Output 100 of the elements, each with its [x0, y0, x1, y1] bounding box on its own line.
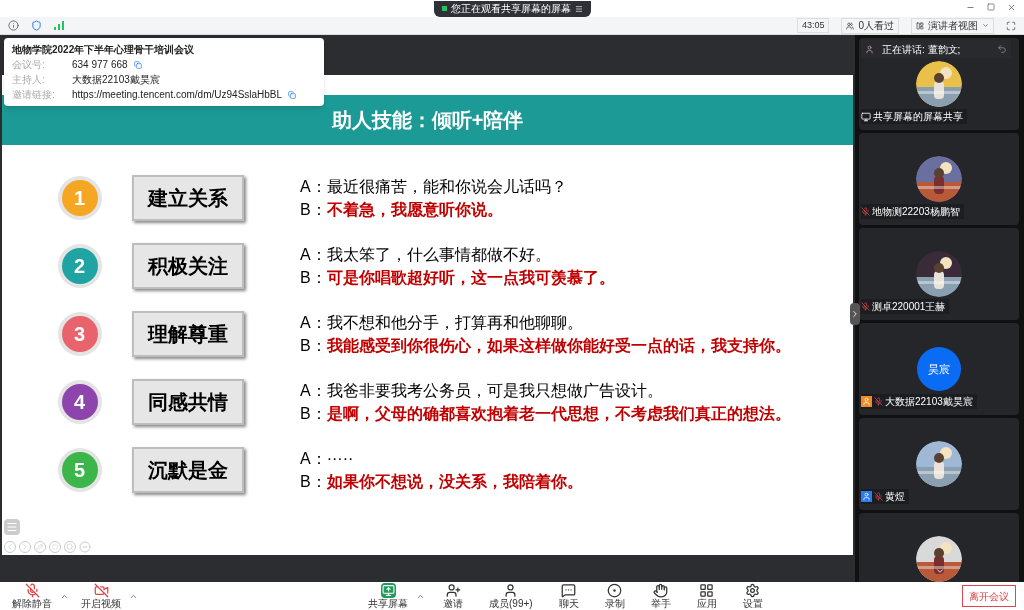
- skill-label: 沉默是金: [132, 447, 244, 493]
- dialogue-text: 如果你不想说，没关系，我陪着你。: [326, 471, 583, 492]
- meeting-title: 地物学院2022年下半年心理骨干培训会议: [12, 43, 196, 57]
- viewers-button[interactable]: 0人看过: [841, 17, 899, 34]
- participant-name: 地物测22203杨鹏智: [872, 205, 960, 219]
- participant-tile[interactable]: [859, 513, 1019, 582]
- dialogue-text: 我爸非要我考公务员，可是我只想做广告设计。: [326, 380, 663, 401]
- add-user-icon: [445, 583, 461, 598]
- dialogue-text: 我不想和他分手，打算再和他聊聊。: [326, 312, 583, 333]
- speaker-label: A：: [300, 176, 327, 197]
- number-badge: 4: [61, 384, 98, 420]
- mic-off-icon: [861, 302, 870, 311]
- dialogue-text: 是啊，父母的确都喜欢抱着老一代思想，不考虑我们真正的想法。: [326, 403, 791, 424]
- toolbar-button[interactable]: 邀请: [435, 583, 471, 609]
- number-badge: 3: [61, 316, 98, 352]
- participant-tile[interactable]: 地物测22203杨鹏智: [859, 133, 1019, 225]
- screen-share-icon: [861, 111, 871, 122]
- skill-label: 同感共情: [132, 379, 244, 425]
- initials-avatar: 昊宸: [917, 347, 961, 391]
- dialogue-text: 我太笨了，什么事情都做不好。: [326, 244, 551, 265]
- speaker-label: A：: [300, 244, 327, 265]
- toolbar-button[interactable]: 解除静音: [4, 583, 60, 609]
- mic-off-icon: [874, 397, 883, 406]
- participant-tile[interactable]: 黄煜: [859, 418, 1019, 510]
- field-label: 邀请链接:: [12, 88, 56, 102]
- mic-off-icon: [874, 492, 883, 501]
- field-label: 会议号:: [12, 58, 46, 72]
- record-icon: [607, 583, 623, 598]
- view-mode-button[interactable]: 演讲者视图: [911, 17, 994, 34]
- toolbar-button[interactable]: 聊天: [550, 583, 587, 609]
- speaker-label: B：: [300, 267, 327, 288]
- number-badge: 2: [61, 248, 98, 284]
- settings-icon: [745, 583, 761, 598]
- speaker-label: B：: [300, 199, 327, 220]
- dialogue-text: ·····: [326, 448, 354, 469]
- speaker-label: A：: [300, 380, 327, 401]
- participant-tile[interactable]: 测卓220001王赫: [859, 228, 1019, 320]
- skill-label: 建立关系: [132, 175, 244, 221]
- speaker-label: A：: [300, 312, 327, 333]
- mic-off-icon: [24, 583, 40, 598]
- close-icon[interactable]: [1007, 3, 1016, 12]
- status-icon: [441, 6, 447, 11]
- number-badge: 5: [61, 452, 98, 488]
- caret-icon: [982, 22, 989, 29]
- toolbar-button[interactable]: 开启视频: [73, 583, 129, 609]
- number-badge: 1: [61, 180, 98, 216]
- participant-name: 大数据22103戴昊宸: [885, 395, 973, 409]
- users-icon: [846, 21, 855, 30]
- hand-icon: [653, 583, 669, 598]
- menu-icon[interactable]: [574, 4, 583, 13]
- speaker-label: A：: [300, 448, 327, 469]
- person-icon: [503, 583, 519, 598]
- speaker-icon: [865, 44, 874, 54]
- participant-name: 黄煜: [885, 490, 905, 504]
- chat-icon: [561, 583, 577, 598]
- skill-label: 理解尊重: [132, 311, 244, 357]
- signal-icon[interactable]: [54, 21, 64, 30]
- pen-icon[interactable]: [34, 541, 46, 553]
- skill-label: 积极关注: [132, 243, 244, 289]
- host-icon: [861, 396, 872, 407]
- dialogue-text: 最近很痛苦，能和你说会儿话吗？: [326, 176, 567, 197]
- speaking-text: 正在讲话: 董韵文;: [882, 42, 961, 57]
- fullscreen-icon[interactable]: [1006, 20, 1016, 31]
- slide-menu-icon[interactable]: [4, 519, 20, 535]
- field-value: 大数据22103戴昊宸: [72, 73, 160, 87]
- layout-icon: [916, 21, 924, 30]
- field-label: 主持人:: [12, 73, 46, 87]
- restore-icon[interactable]: [987, 3, 995, 11]
- zoom-icon[interactable]: [64, 541, 76, 553]
- toolbar-button[interactable]: 设置: [734, 583, 771, 609]
- speaker-label: B：: [300, 403, 327, 424]
- collapse-icon[interactable]: [850, 303, 860, 325]
- video-off-icon: [93, 583, 109, 598]
- copy-icon[interactable]: [133, 61, 142, 69]
- banner-text: 您正在观看共享屏幕的屏幕: [450, 2, 571, 16]
- reply-icon[interactable]: [997, 44, 1007, 54]
- speaker-label: B：: [300, 471, 327, 492]
- participant-tile[interactable]: 昊宸 大数据22103戴昊宸: [859, 323, 1019, 415]
- participant-name: 测卓220001王赫: [872, 300, 946, 314]
- meeting-timer: 43:05: [796, 17, 830, 34]
- speaker-label: B：: [300, 335, 327, 356]
- copy-icon[interactable]: [288, 91, 297, 99]
- slide-title: 助人技能：倾听+陪伴: [331, 108, 524, 133]
- leave-meeting-button[interactable]: 离开会议: [962, 585, 1016, 607]
- dialogue-text: 可是你唱歌超好听，这一点我可羡慕了。: [326, 267, 615, 288]
- cohost-icon: [861, 491, 872, 502]
- toolbar-button[interactable]: 应用: [688, 583, 725, 609]
- participant-name: 共享屏幕的屏幕共享: [873, 110, 963, 124]
- field-value: 634 977 668: [72, 58, 128, 72]
- toolbar-button[interactable]: 共享屏幕: [360, 583, 416, 609]
- mic-off-icon: [861, 207, 870, 216]
- toolbar-button[interactable]: 录制: [596, 583, 633, 609]
- apps-icon: [699, 583, 715, 598]
- toolbar-button[interactable]: 举手: [642, 583, 679, 609]
- info-icon[interactable]: [8, 20, 19, 31]
- dialogue-text: 我能感受到你很伤心，如果这样做你能好受一点的话，我支持你。: [326, 335, 791, 356]
- dialogue-text: 不着急，我愿意听你说。: [326, 199, 503, 220]
- toolbar-button[interactable]: 成员(99+): [481, 583, 541, 609]
- field-value: https://meeting.tencent.com/dm/Uz94SslaHbBL: [72, 88, 283, 102]
- shield-icon[interactable]: [31, 20, 42, 31]
